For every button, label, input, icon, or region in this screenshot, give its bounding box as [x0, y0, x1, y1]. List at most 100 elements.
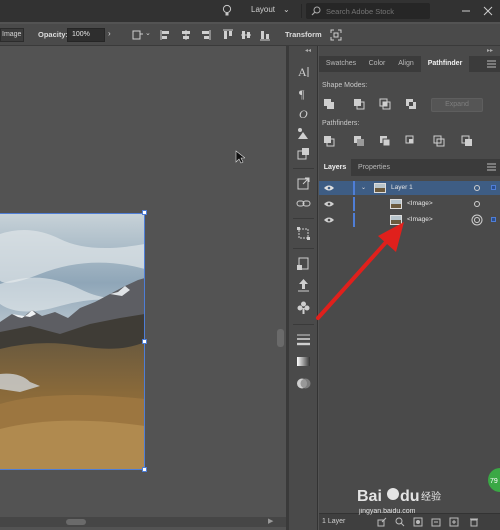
intersect-icon[interactable]	[379, 98, 391, 110]
align-left-icon[interactable]	[160, 29, 172, 41]
outline-icon[interactable]	[433, 135, 445, 147]
align-right-icon[interactable]	[199, 29, 211, 41]
svg-text:du: du	[400, 488, 420, 505]
new-sublayer-icon[interactable]	[431, 517, 441, 527]
svg-text:经验: 经验	[421, 490, 441, 503]
transparency-icon[interactable]	[296, 376, 311, 391]
layer-row[interactable]: <Image>	[319, 213, 500, 227]
chevron-down-icon[interactable]: ⌄	[361, 184, 366, 191]
stroke-icon[interactable]	[296, 332, 311, 347]
tab-align[interactable]: Align	[391, 56, 421, 72]
crop-icon[interactable]	[405, 135, 417, 147]
eye-icon[interactable]	[324, 217, 334, 223]
transform-icon[interactable]	[296, 226, 311, 241]
exclude-icon[interactable]	[405, 98, 417, 110]
asset-export-icon[interactable]	[296, 278, 311, 293]
placed-image[interactable]	[0, 213, 145, 470]
character-icon[interactable]: A	[296, 64, 311, 79]
paragraph-icon[interactable]: ¶	[296, 86, 311, 101]
workspace-switcher[interactable]: Layout	[251, 5, 275, 14]
target-icon[interactable]	[474, 201, 480, 207]
align-bottom-icon[interactable]	[259, 29, 271, 41]
align-vertical-center-icon[interactable]	[240, 29, 252, 41]
chevron-right-icon[interactable]: ›	[108, 29, 111, 38]
layer-name: <Image>	[407, 216, 433, 223]
layer-row[interactable]: <Image>	[319, 197, 500, 211]
panel-icon-strip: ◂◂ A ¶ O	[289, 46, 318, 530]
layer-row[interactable]: ⌄ Layer 1	[319, 181, 500, 195]
gradient-icon[interactable]	[296, 354, 311, 369]
selection-handle[interactable]	[142, 339, 147, 344]
svg-text:Bai: Bai	[357, 488, 382, 505]
chevron-down-icon[interactable]: ⌄	[283, 5, 290, 14]
expand-button[interactable]: Expand	[431, 98, 483, 112]
club-symbol-icon[interactable]	[296, 300, 311, 315]
layer-name: Layer 1	[391, 184, 413, 191]
unite-icon[interactable]	[323, 98, 335, 110]
delete-icon[interactable]	[469, 517, 479, 527]
stock-search-box[interactable]	[306, 3, 430, 19]
target-icon[interactable]	[474, 185, 480, 191]
recolor-icon[interactable]	[132, 29, 144, 41]
scroll-right-arrow-icon[interactable]: ▶	[268, 517, 273, 525]
search-icon	[311, 6, 321, 16]
export-icon[interactable]	[296, 176, 311, 191]
layer-thumbnail	[390, 215, 402, 225]
panel-menu-icon[interactable]	[487, 163, 496, 171]
trim-icon[interactable]	[353, 135, 365, 147]
eye-icon[interactable]	[324, 185, 334, 191]
divide-icon[interactable]	[323, 135, 335, 147]
vertical-scrollbar-thumb[interactable]	[277, 329, 284, 347]
merge-icon[interactable]	[379, 135, 391, 147]
svg-text:¶: ¶	[299, 87, 305, 101]
align-top-icon[interactable]	[222, 29, 234, 41]
horizontal-scrollbar-thumb[interactable]	[66, 519, 86, 525]
close-icon[interactable]	[481, 4, 495, 18]
symbols-icon[interactable]	[296, 126, 311, 141]
horizontal-scrollbar[interactable]: ▶	[0, 517, 286, 527]
collapse-icon[interactable]: ▸▸	[487, 47, 493, 54]
clipping-mask-icon[interactable]	[413, 517, 423, 527]
transform-link[interactable]: Transform	[285, 30, 322, 39]
locate-object-icon[interactable]	[395, 517, 405, 527]
align-horizontal-center-icon[interactable]	[180, 29, 192, 41]
landscape-photo	[0, 214, 144, 469]
tab-properties[interactable]: Properties	[351, 159, 397, 176]
panel-menu-icon[interactable]	[487, 60, 496, 68]
tab-layers[interactable]: Layers	[319, 159, 351, 176]
graphic-styles-icon[interactable]	[296, 146, 311, 161]
divider	[293, 168, 314, 169]
export-for-screens-icon[interactable]	[377, 517, 387, 527]
minus-back-icon[interactable]	[461, 135, 473, 147]
eye-icon[interactable]	[324, 201, 334, 207]
links-icon[interactable]	[296, 196, 311, 211]
minimize-icon[interactable]	[459, 4, 473, 18]
divider	[301, 4, 302, 18]
canvas-area[interactable]	[0, 47, 286, 517]
svg-text:jingyan.baidu.com: jingyan.baidu.com	[358, 508, 416, 515]
chevron-down-icon[interactable]: ⌄	[145, 29, 151, 37]
artboards-icon[interactable]	[296, 256, 311, 271]
image-button[interactable]: Image	[0, 28, 24, 42]
selection-handle[interactable]	[142, 210, 147, 215]
shape-modes-label: Shape Modes:	[322, 82, 368, 89]
opentype-icon[interactable]: O	[296, 106, 311, 121]
opacity-field[interactable]: 100%	[67, 28, 105, 42]
layer-count: 1 Layer	[322, 518, 346, 525]
tab-swatches[interactable]: Swatches	[319, 56, 363, 72]
collapse-icon[interactable]: ◂◂	[305, 47, 311, 54]
opacity-label: Opacity:	[38, 30, 69, 39]
selection-handle[interactable]	[142, 467, 147, 472]
minus-front-icon[interactable]	[353, 98, 365, 110]
search-input[interactable]	[326, 5, 426, 17]
right-panel: ▸▸ Swatches Color Align Pathfinder Shape…	[319, 46, 500, 530]
isolate-icon[interactable]	[330, 29, 342, 41]
lightbulb-icon[interactable]	[222, 4, 232, 17]
new-layer-icon[interactable]	[449, 517, 459, 527]
selection-indicator[interactable]	[491, 217, 496, 222]
selection-indicator[interactable]	[491, 185, 496, 190]
layers-panel-tabs: Layers Properties	[319, 159, 500, 176]
tab-color[interactable]: Color	[363, 56, 391, 72]
tab-pathfinder[interactable]: Pathfinder	[421, 56, 469, 72]
target-icon[interactable]	[474, 217, 480, 223]
